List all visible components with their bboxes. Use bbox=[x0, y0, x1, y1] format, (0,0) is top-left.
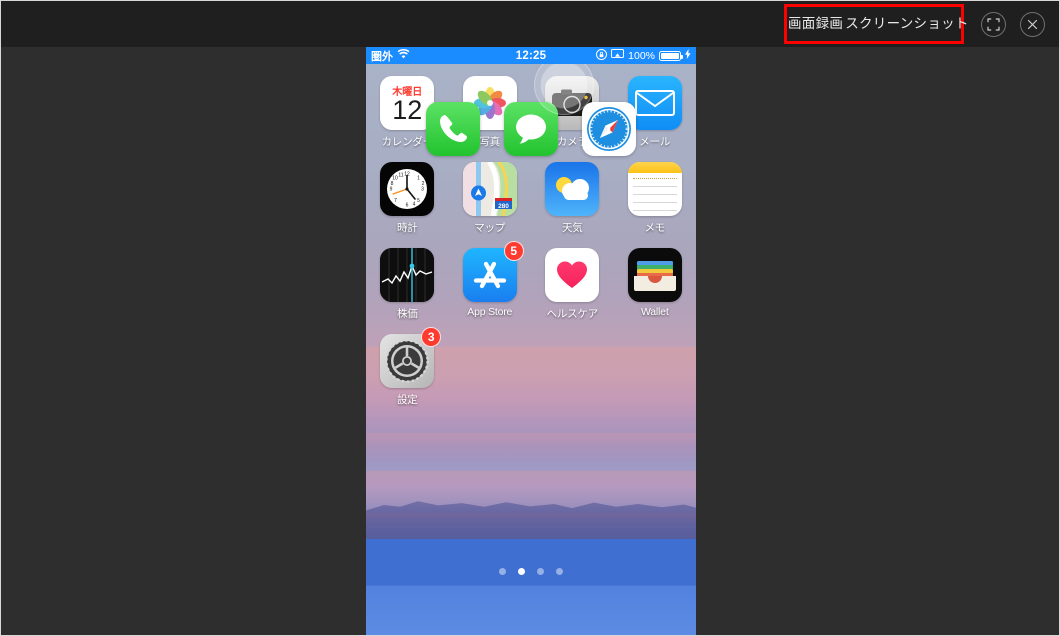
app-label: マップ bbox=[474, 222, 506, 234]
svg-text:2: 2 bbox=[422, 181, 425, 187]
weather-icon bbox=[545, 162, 600, 216]
svg-text:11: 11 bbox=[399, 173, 404, 179]
app-icon-settings[interactable]: 3 設定 bbox=[366, 327, 449, 407]
fullscreen-button[interactable] bbox=[981, 12, 1006, 37]
app-icon-maps[interactable]: 280 マップ bbox=[449, 155, 532, 235]
app-label: Wallet bbox=[640, 306, 669, 318]
svg-text:12: 12 bbox=[404, 172, 410, 178]
status-bar: 圏外 12:25 100% bbox=[366, 47, 696, 64]
screenshot-button[interactable]: スクリーンショット bbox=[844, 15, 970, 33]
app-badge: 5 bbox=[503, 241, 524, 261]
maps-icon: 280 bbox=[462, 162, 517, 216]
page-dot[interactable] bbox=[499, 568, 506, 575]
app-icon-clock[interactable]: 12 1 35 67 9 10 11 2 48 時計 bbox=[366, 155, 449, 235]
notes-icon bbox=[627, 162, 682, 216]
app-icon-notes[interactable]: メモ bbox=[614, 155, 697, 235]
svg-text:8: 8 bbox=[391, 181, 394, 187]
app-label: App Store bbox=[467, 306, 513, 318]
dock-icons bbox=[366, 102, 696, 156]
screen-record-button[interactable]: 画面録画 bbox=[787, 15, 844, 33]
app-label: 天気 bbox=[561, 222, 583, 234]
charging-bolt-icon bbox=[685, 49, 691, 62]
close-button[interactable] bbox=[1020, 12, 1045, 37]
app-label: 設定 bbox=[396, 394, 418, 406]
app-icon-app-store[interactable]: 5 App Store bbox=[449, 241, 532, 321]
svg-text:7: 7 bbox=[394, 198, 397, 204]
cloud-band bbox=[366, 433, 696, 463]
page-dot-active[interactable] bbox=[518, 568, 525, 575]
app-label: ヘルスケア bbox=[546, 308, 599, 320]
page-dot[interactable] bbox=[556, 568, 563, 575]
app-icon-wallet[interactable]: Wallet bbox=[614, 241, 697, 321]
svg-text:6: 6 bbox=[406, 203, 409, 209]
cloud-band bbox=[366, 471, 696, 489]
app-icon-health[interactable]: ヘルスケア bbox=[531, 241, 614, 321]
dock-icon-safari[interactable] bbox=[582, 102, 636, 156]
battery-full-icon bbox=[659, 50, 683, 61]
mountain-silhouette bbox=[366, 501, 696, 539]
svg-text:9: 9 bbox=[390, 187, 393, 193]
svg-text:4: 4 bbox=[413, 202, 416, 208]
remote-device-window: 画面録画 スクリーンショット 圏外 12:25 100% 木曜日 12 カレンダ… bbox=[0, 0, 1060, 636]
app-label: メモ bbox=[644, 222, 666, 234]
top-toolbar: 画面録画 スクリーンショット bbox=[1, 1, 1059, 47]
fullscreen-icon bbox=[987, 18, 1000, 31]
app-label: 時計 bbox=[396, 222, 418, 234]
svg-text:5: 5 bbox=[417, 198, 420, 204]
rotation-lock-icon bbox=[596, 48, 608, 63]
dock bbox=[366, 539, 696, 635]
page-dot[interactable] bbox=[537, 568, 544, 575]
stocks-icon bbox=[380, 248, 435, 302]
clock-icon: 12 1 35 67 9 10 11 2 48 bbox=[380, 162, 435, 216]
app-badge: 3 bbox=[421, 327, 442, 347]
app-label: 株価 bbox=[396, 308, 418, 320]
dock-icon-messages[interactable] bbox=[504, 102, 558, 156]
battery-percent-label: 100% bbox=[628, 49, 655, 62]
app-icon-stocks[interactable]: 株価 bbox=[366, 241, 449, 321]
maps-route-shield: 280 bbox=[498, 203, 509, 210]
page-indicator[interactable] bbox=[366, 568, 696, 575]
wallet-icon bbox=[627, 248, 682, 302]
device-screen-mirror[interactable]: 圏外 12:25 100% 木曜日 12 カレンダー 写真 カメラ メール 12… bbox=[366, 47, 697, 635]
app-icon-weather[interactable]: 天気 bbox=[531, 155, 614, 235]
capture-tools-highlight: 画面録画 スクリーンショット bbox=[784, 4, 968, 44]
screen-mirroring-icon bbox=[611, 48, 625, 63]
close-icon bbox=[1027, 19, 1038, 30]
dock-icon-phone[interactable] bbox=[426, 102, 480, 156]
health-icon bbox=[545, 248, 600, 302]
svg-text:3: 3 bbox=[421, 187, 424, 193]
svg-text:1: 1 bbox=[417, 176, 420, 182]
